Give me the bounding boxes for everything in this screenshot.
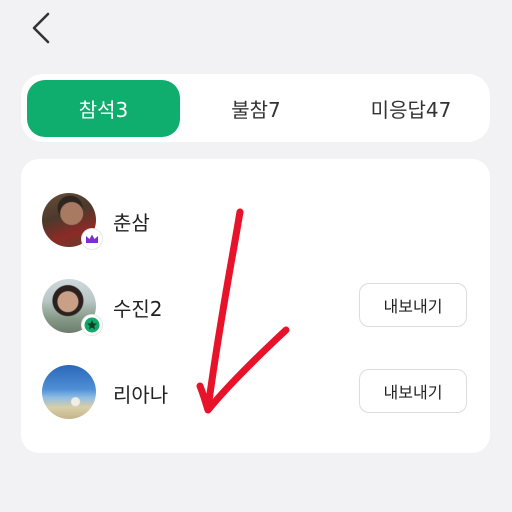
list-item[interactable]: 춘삼 bbox=[21, 191, 490, 251]
attendance-tabs: 참석3 불참7 미응답47 bbox=[21, 74, 490, 142]
list-item[interactable]: 수진2 내보내기 bbox=[21, 277, 490, 337]
member-name: 리아나 bbox=[113, 383, 169, 407]
export-button[interactable]: 내보내기 bbox=[359, 283, 467, 327]
member-name: 춘삼 bbox=[113, 211, 150, 235]
tab-attending[interactable]: 참석3 bbox=[27, 80, 180, 137]
attendance-screen: 참석3 불참7 미응답47 춘삼 수진2 내보내기 리아나 내보내기 bbox=[0, 0, 512, 512]
star-icon bbox=[82, 315, 102, 335]
member-name: 수진2 bbox=[113, 297, 163, 321]
member-list: 춘삼 수진2 내보내기 리아나 내보내기 bbox=[21, 159, 490, 453]
back-button[interactable] bbox=[24, 8, 60, 48]
crown-icon bbox=[82, 229, 102, 249]
export-button[interactable]: 내보내기 bbox=[359, 369, 467, 413]
tab-no-response[interactable]: 미응답47 bbox=[336, 80, 486, 137]
list-item[interactable]: 리아나 내보내기 bbox=[21, 363, 490, 423]
tab-not-attending[interactable]: 불참7 bbox=[191, 80, 321, 137]
chevron-left-icon bbox=[32, 12, 50, 44]
avatar[interactable] bbox=[42, 365, 96, 419]
